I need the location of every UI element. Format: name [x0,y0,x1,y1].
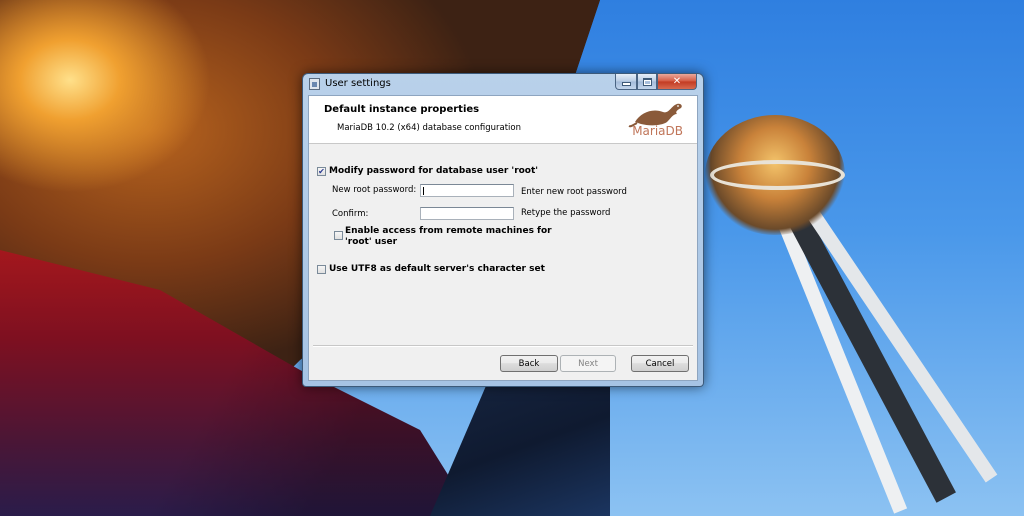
modify-password-label[interactable]: Modify password for database user 'root' [329,166,538,176]
caption-buttons: ✕ [615,74,697,90]
new-root-password-label: New root password: [332,185,417,195]
window-title: User settings [325,78,391,89]
remote-access-label-line2[interactable]: 'root' user [345,237,397,247]
user-settings-dialog: User settings ✕ Default instance propert… [302,73,704,387]
wallpaper-tower-ring [710,160,845,190]
remote-access-checkbox[interactable] [334,231,343,240]
header-banner: Default instance properties MariaDB 10.2… [309,96,697,144]
minimize-button[interactable] [615,74,637,90]
new-root-password-field[interactable] [420,184,514,197]
next-button[interactable]: Next [560,355,616,372]
banner-subtitle: MariaDB 10.2 (x64) database configuratio… [337,123,521,133]
new-root-password-hint: Enter new root password [521,187,627,197]
confirm-password-field[interactable] [420,207,514,220]
maximize-icon [642,77,652,86]
installer-icon [309,78,320,90]
modify-password-checkbox[interactable]: ✔ [317,167,326,176]
dialog-client-area: Default instance properties MariaDB 10.2… [308,95,698,381]
confirm-label: Confirm: [332,209,369,219]
confirm-hint: Retype the password [521,208,611,218]
close-icon: ✕ [672,76,682,87]
back-button[interactable]: Back [500,355,558,372]
banner-title: Default instance properties [324,104,480,115]
maximize-button[interactable] [637,74,657,90]
cancel-button[interactable]: Cancel [631,355,689,372]
minimize-icon [621,82,631,86]
checkmark-icon: ✔ [318,167,325,176]
utf8-label[interactable]: Use UTF8 as default server's character s… [329,264,545,274]
mariadb-logo: MariaDB [619,98,687,140]
close-button[interactable]: ✕ [657,74,697,90]
remote-access-label-line1[interactable]: Enable access from remote machines for [345,226,552,236]
button-separator [313,345,693,347]
logo-text: MariaDB [632,124,683,138]
title-bar[interactable]: User settings ✕ [303,74,703,95]
utf8-checkbox[interactable] [317,265,326,274]
